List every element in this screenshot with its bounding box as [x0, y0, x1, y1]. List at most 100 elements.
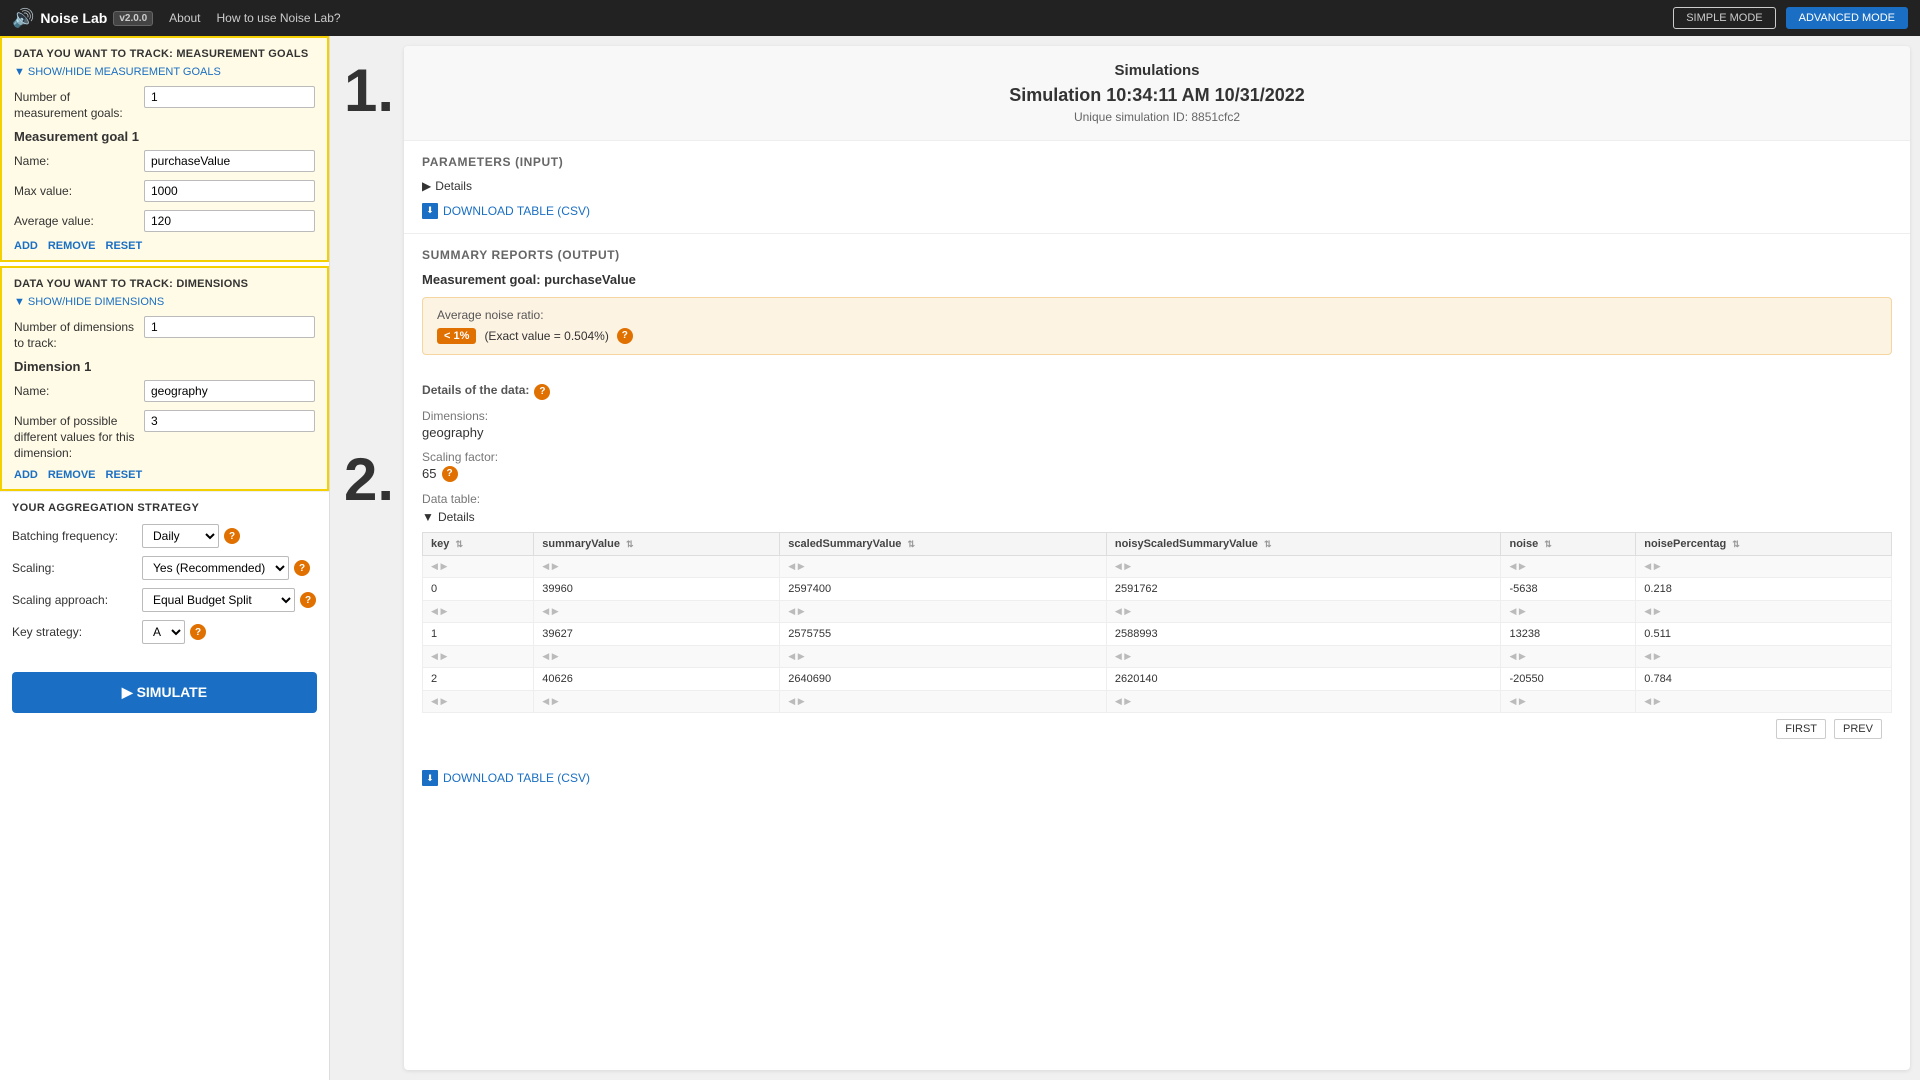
batching-help-icon[interactable]: ? — [224, 528, 240, 544]
batching-row: Batching frequency: Daily Weekly Monthly… — [12, 524, 317, 548]
simulations-heading: Simulations — [420, 62, 1894, 79]
how-to-link[interactable]: How to use Noise Lab? — [217, 11, 341, 25]
sim-id: Unique simulation ID: 8851cfc2 — [420, 110, 1894, 124]
goal1-heading: Measurement goal 1 — [14, 129, 315, 144]
scaling-approach-control: Equal Budget Split Contribution Bounding… — [142, 588, 316, 612]
dim-possible-input[interactable] — [144, 410, 315, 432]
table-scroll-row: ◀ ▶◀ ▶◀ ▶◀ ▶◀ ▶◀ ▶ — [423, 600, 1892, 622]
goal-actions: ADD REMOVE RESET — [14, 240, 315, 252]
col-key: key ⇅ — [423, 532, 534, 555]
col-summaryValue: summaryValue ⇅ — [534, 532, 780, 555]
num-goals-row: Number of measurement goals: — [14, 86, 315, 121]
add-goal-btn[interactable]: ADD — [14, 240, 38, 252]
params-title: PARAMETERS (INPUT) — [422, 155, 1892, 169]
key-strategy-control: A B C ? — [142, 620, 206, 644]
simple-mode-btn[interactable]: SIMPLE MODE — [1673, 7, 1775, 29]
scroll-cell: ◀ ▶ — [1106, 555, 1501, 577]
main-layout: DATA YOU WANT TO TRACK: MEASUREMENT GOAL… — [0, 36, 1920, 1080]
scroll-cell: ◀ ▶ — [1501, 555, 1636, 577]
dim-name-input[interactable] — [144, 380, 315, 402]
details-toggle[interactable]: ▶ Details — [422, 179, 1892, 193]
remove-goal-btn[interactable]: REMOVE — [48, 240, 96, 252]
brand-name: Noise Lab — [40, 10, 107, 26]
add-dim-btn[interactable]: ADD — [14, 469, 38, 481]
toggle-dims-arrow-icon: ▼ — [14, 296, 25, 308]
batching-label: Batching frequency: — [12, 529, 142, 543]
section1-title: DATA YOU WANT TO TRACK: MEASUREMENT GOAL… — [14, 48, 315, 60]
dim-possible-label: Number of possible different values for … — [14, 410, 144, 461]
noise-ratio-label: Average noise ratio: — [437, 308, 1877, 322]
dimensions-label: Dimensions: — [422, 409, 1892, 423]
scaling-factor-help-icon[interactable]: ? — [442, 466, 458, 482]
bottom-download-label: DOWNLOAD TABLE (CSV) — [443, 771, 590, 785]
show-hide-goals-toggle[interactable]: ▼ SHOW/HIDE MEASUREMENT GOALS — [14, 66, 315, 78]
scroll-cell: ◀ ▶ — [534, 555, 780, 577]
table-scroll-row-header: ◀ ▶ ◀ ▶ ◀ ▶ ◀ ▶ ◀ ▶ ◀ ▶ — [423, 555, 1892, 577]
data-table-toggle[interactable]: ▼ Details — [422, 510, 1892, 524]
table-toggle-arrow-icon: ▼ — [422, 510, 434, 524]
dim-actions: ADD REMOVE RESET — [14, 469, 315, 481]
goal-avg-label: Average value: — [14, 210, 144, 230]
key-strategy-help-icon[interactable]: ? — [190, 624, 206, 640]
goal-name-input[interactable] — [144, 150, 315, 172]
goal-max-row: Max value: — [14, 180, 315, 202]
data-details-section: Details of the data: ? Dimensions: geogr… — [404, 369, 1910, 759]
scaling-select[interactable]: Yes (Recommended) No — [142, 556, 289, 580]
goal-label: Measurement goal: purchaseValue — [422, 272, 1892, 287]
scaling-row: Scaling: Yes (Recommended) No ? — [12, 556, 317, 580]
summary-title: SUMMARY REPORTS (OUTPUT) — [422, 248, 1892, 262]
num-goals-label: Number of measurement goals: — [14, 86, 144, 121]
content-area: 1. 2. Simulations Simulation 10:34:11 AM… — [330, 36, 1920, 1080]
download-csv-btn[interactable]: ⬇ DOWNLOAD TABLE (CSV) — [422, 203, 590, 219]
details-of-data-row: Details of the data: ? — [422, 383, 1892, 401]
aggregation-section: YOUR AGGREGATION STRATEGY Batching frequ… — [0, 491, 329, 662]
num-dims-input[interactable] — [144, 316, 315, 338]
dim-name-label: Name: — [14, 380, 144, 400]
num-goals-input[interactable] — [144, 86, 315, 108]
col-scaledSummaryValue: scaledSummaryValue ⇅ — [780, 532, 1107, 555]
simulation-header: Simulations Simulation 10:34:11 AM 10/31… — [404, 46, 1910, 141]
batching-select[interactable]: Daily Weekly Monthly — [142, 524, 219, 548]
table-nav: FIRST PREV — [422, 713, 1892, 745]
dimensions-value: geography — [422, 425, 1892, 440]
batching-control: Daily Weekly Monthly ? — [142, 524, 240, 548]
table-row: 24062626406902620140-205500.784 — [423, 667, 1892, 690]
data-table-wrapper: key ⇅ summaryValue ⇅ scaledSummaryValue … — [422, 532, 1892, 745]
details-of-data-label: Details of the data: — [422, 383, 529, 397]
noise-ratio-value: < 1% (Exact value = 0.504%) ? — [437, 328, 1877, 344]
scaling-approach-select[interactable]: Equal Budget Split Contribution Bounding — [142, 588, 295, 612]
goal-max-input[interactable] — [144, 180, 315, 202]
reset-goal-btn[interactable]: RESET — [106, 240, 143, 252]
show-hide-dims-toggle[interactable]: ▼ SHOW/HIDE DIMENSIONS — [14, 296, 315, 308]
remove-dim-btn[interactable]: REMOVE — [48, 469, 96, 481]
key-strategy-select[interactable]: A B C — [142, 620, 185, 644]
dim-possible-row: Number of possible different values for … — [14, 410, 315, 461]
summary-section: SUMMARY REPORTS (OUTPUT) Measurement goa… — [404, 234, 1910, 369]
table-scroll-row: ◀ ▶◀ ▶◀ ▶◀ ▶◀ ▶◀ ▶ — [423, 690, 1892, 712]
scaling-approach-label: Scaling approach: — [12, 593, 142, 607]
scaling-help-icon[interactable]: ? — [294, 560, 310, 576]
toggle-goals-label: SHOW/HIDE MEASUREMENT GOALS — [28, 66, 221, 78]
scroll-cell: ◀ ▶ — [423, 555, 534, 577]
goal-avg-input[interactable] — [144, 210, 315, 232]
col-noisePercentage: noisePercentag ⇅ — [1636, 532, 1892, 555]
ratio-help-icon[interactable]: ? — [617, 328, 633, 344]
reset-dim-btn[interactable]: RESET — [106, 469, 143, 481]
navbar-right: SIMPLE MODE ADVANCED MODE — [1673, 7, 1908, 29]
scaling-approach-row: Scaling approach: Equal Budget Split Con… — [12, 588, 317, 612]
advanced-mode-btn[interactable]: ADVANCED MODE — [1786, 7, 1908, 29]
scaling-approach-help-icon[interactable]: ? — [300, 592, 316, 608]
first-page-btn[interactable]: FIRST — [1776, 719, 1826, 739]
step-number-1: 1. — [330, 36, 404, 125]
details-help-icon[interactable]: ? — [534, 384, 550, 400]
goal-avg-row: Average value: — [14, 210, 315, 232]
about-link[interactable]: About — [169, 11, 200, 25]
bottom-download-btn[interactable]: ⬇ DOWNLOAD TABLE (CSV) — [422, 770, 590, 786]
toggle-dims-label: SHOW/HIDE DIMENSIONS — [28, 296, 164, 308]
bottom-download-section: ⬇ DOWNLOAD TABLE (CSV) — [404, 759, 1910, 797]
scaling-label: Scaling: — [12, 561, 142, 575]
simulate-button[interactable]: ▶ SIMULATE — [12, 672, 317, 713]
dimensions-section: DATA YOU WANT TO TRACK: DIMENSIONS ▼ SHO… — [0, 266, 329, 491]
key-strategy-row: Key strategy: A B C ? — [12, 620, 317, 644]
prev-page-btn[interactable]: PREV — [1834, 719, 1882, 739]
